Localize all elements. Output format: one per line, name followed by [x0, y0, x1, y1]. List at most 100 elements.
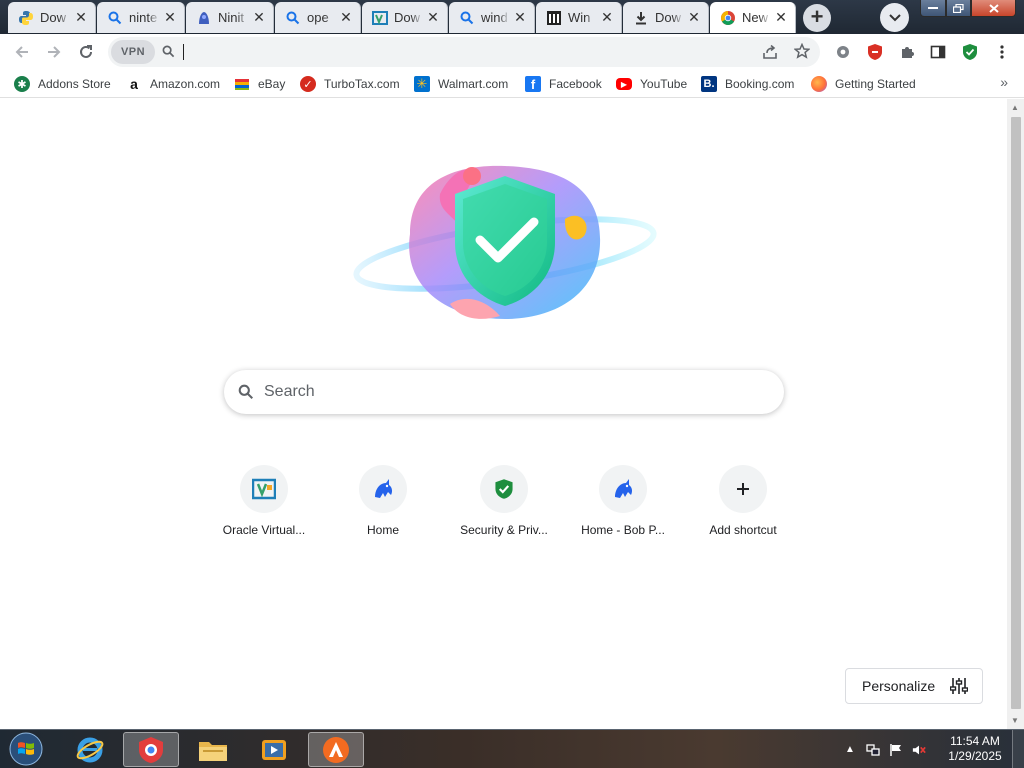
tab-6[interactable]: wind ✕ — [449, 2, 535, 33]
adblock-extension-button[interactable] — [861, 38, 889, 66]
close-window-button[interactable] — [971, 0, 1016, 17]
close-icon[interactable]: ✕ — [73, 9, 89, 26]
shortcut-label: Security & Priv... — [460, 523, 548, 537]
clock-time: 11:54 AM — [950, 734, 1000, 748]
tab-8[interactable]: Dow ✕ — [623, 2, 709, 33]
tab-5[interactable]: Dow ✕ — [362, 2, 448, 33]
bookmark-label: eBay — [258, 77, 286, 91]
tab-4[interactable]: ope ✕ — [275, 2, 361, 33]
download-icon — [633, 10, 649, 26]
vpn-button[interactable]: VPN — [111, 40, 155, 64]
bookmark-youtube[interactable]: ▶ YouTube — [616, 74, 687, 94]
security-extension-button[interactable] — [956, 38, 984, 66]
personalize-button[interactable]: Personalize — [845, 668, 983, 704]
start-button[interactable] — [6, 732, 46, 766]
arrow-right-icon — [48, 46, 61, 58]
tab-search-button[interactable] — [880, 3, 909, 32]
browser-shield-icon — [139, 736, 163, 763]
side-panel-button[interactable] — [924, 38, 952, 66]
scroll-thumb[interactable] — [1011, 117, 1021, 709]
dragon-icon — [375, 479, 393, 498]
shortcut-tile[interactable] — [359, 465, 407, 513]
bookmark-label: TurboTax.com — [324, 77, 400, 91]
taskbar-browser[interactable] — [123, 732, 179, 767]
taskbar-file-explorer[interactable] — [185, 732, 241, 767]
shortcut-tile[interactable] — [719, 465, 767, 513]
chevron-down-icon — [888, 13, 901, 21]
tab-1[interactable]: Dow ✕ — [8, 2, 96, 33]
chrome-icon — [720, 10, 736, 26]
restore-icon — [953, 3, 964, 13]
text-caret — [183, 44, 184, 60]
close-icon[interactable]: ✕ — [773, 9, 789, 26]
tab-title: Ninit — [218, 10, 245, 25]
minimize-button[interactable] — [920, 0, 946, 17]
taskbar-avast[interactable] — [308, 732, 364, 767]
address-bar[interactable]: VPN — [108, 37, 820, 67]
bookmark-ebay[interactable]: eBay — [234, 74, 285, 94]
close-icon[interactable]: ✕ — [251, 9, 267, 26]
back-button[interactable] — [8, 38, 36, 66]
close-icon[interactable]: ✕ — [338, 9, 354, 26]
shortcut-home[interactable]: Home — [333, 465, 433, 537]
shortcut-security-privacy[interactable]: Security & Priv... — [454, 465, 554, 537]
bookmarks-overflow-button[interactable]: » — [1000, 74, 1008, 90]
bookmark-turbotax[interactable]: ✓ TurboTax.com — [300, 74, 400, 94]
taskbar-media-player[interactable] — [246, 732, 302, 767]
close-icon[interactable]: ✕ — [599, 9, 615, 26]
bookmark-addons-store[interactable]: ✱ Addons Store — [14, 74, 111, 94]
shortcut-add[interactable]: Add shortcut — [693, 465, 793, 537]
bookmark-walmart[interactable]: ✳ Walmart.com — [414, 74, 508, 94]
internet-explorer-icon — [76, 737, 104, 762]
show-desktop-button[interactable] — [1012, 730, 1024, 768]
tab-2[interactable]: ninte ✕ — [97, 2, 185, 33]
folder-icon — [199, 741, 227, 761]
tab-title: ope — [307, 10, 329, 25]
address-input[interactable] — [182, 42, 742, 62]
close-icon[interactable]: ✕ — [162, 9, 178, 26]
arrow-left-icon — [15, 46, 28, 58]
shortcut-label: Home - Bob P... — [581, 523, 665, 537]
shortcut-tile[interactable] — [599, 465, 647, 513]
tab-7[interactable]: Win ✕ — [536, 2, 622, 33]
shortcut-tile[interactable] — [480, 465, 528, 513]
action-center-flag-icon[interactable] — [889, 743, 903, 757]
bookmark-facebook[interactable]: f Facebook — [525, 74, 602, 94]
tab-3[interactable]: Ninit ✕ — [186, 2, 274, 33]
bookmark-booking[interactable]: B. Booking.com — [701, 74, 794, 94]
bookmark-amazon[interactable]: a Amazon.com — [126, 74, 220, 94]
bookmark-label: Walmart.com — [438, 77, 509, 91]
forward-button[interactable] — [40, 38, 68, 66]
system-clock[interactable]: 11:54 AM 1/29/2025 — [944, 734, 1006, 764]
network-icon[interactable] — [866, 743, 880, 757]
bookmark-label: Amazon.com — [150, 77, 221, 91]
shortcut-oracle-virtualbox[interactable]: Oracle Virtual... — [214, 465, 314, 537]
new-tab-button[interactable]: + — [803, 4, 831, 32]
extension-button[interactable] — [829, 38, 857, 66]
maximize-button[interactable] — [946, 0, 971, 17]
page-scrollbar[interactable]: ▲ ▼ — [1007, 99, 1024, 729]
shortcut-home-bob[interactable]: Home - Bob P... — [573, 465, 673, 537]
bookmark-getting-started[interactable]: Getting Started — [811, 74, 916, 94]
close-icon[interactable]: ✕ — [686, 9, 702, 26]
avast-icon — [323, 736, 349, 763]
scroll-up-arrow-icon[interactable]: ▲ — [1011, 103, 1019, 112]
show-hidden-icons-icon[interactable]: ▲ — [843, 743, 857, 757]
bookmark-star-icon[interactable] — [793, 42, 811, 64]
search-input[interactable] — [264, 383, 744, 401]
system-tray: ▲ — [843, 730, 926, 768]
scroll-down-arrow-icon[interactable]: ▼ — [1011, 716, 1019, 725]
close-icon[interactable]: ✕ — [512, 9, 528, 26]
search-box[interactable] — [224, 370, 784, 414]
share-icon[interactable] — [762, 44, 778, 65]
close-icon[interactable]: ✕ — [425, 9, 441, 26]
reload-icon — [80, 45, 92, 58]
extensions-menu-button[interactable] — [893, 38, 921, 66]
shortcut-tile[interactable] — [240, 465, 288, 513]
taskbar-internet-explorer[interactable] — [62, 732, 118, 767]
tab-new-tab[interactable]: New ✕ — [710, 2, 796, 33]
bookmark-label: Booking.com — [725, 77, 795, 91]
volume-muted-icon[interactable] — [912, 743, 926, 757]
browser-menu-button[interactable] — [988, 38, 1016, 66]
reload-button[interactable] — [72, 38, 100, 66]
